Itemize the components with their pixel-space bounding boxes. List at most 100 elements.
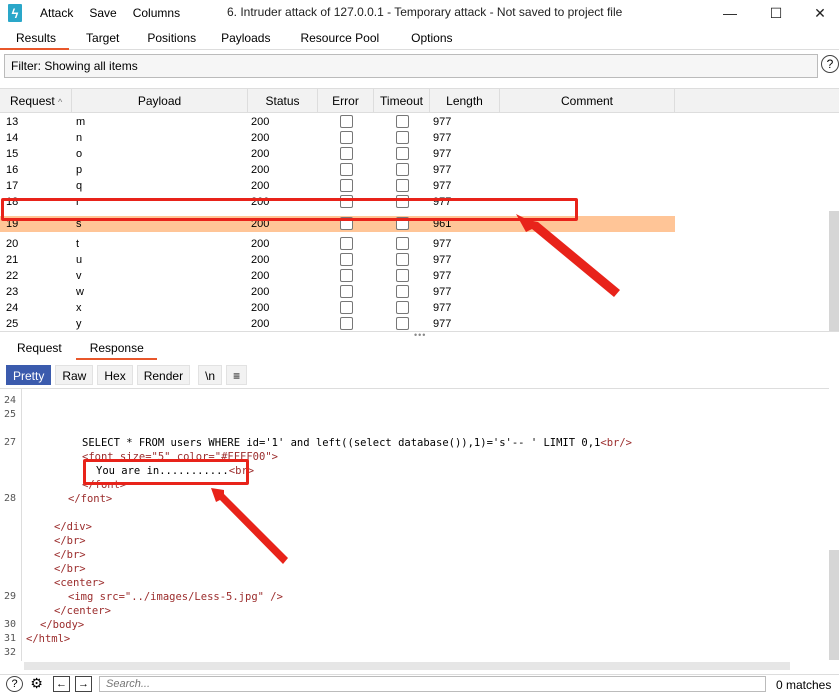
table-row[interactable]: 25 y 200 977 [0,316,675,331]
help-icon[interactable]: ? [6,676,23,692]
error-checkbox[interactable] [340,179,353,192]
timeout-checkbox[interactable] [396,285,409,298]
col-status[interactable]: Status [248,89,318,113]
menu-lines-icon[interactable]: ≡ [226,365,248,385]
cell-payload: p [76,164,83,176]
br-tag: </br> [54,535,86,547]
cell-status: 200 [251,148,270,160]
timeout-checkbox[interactable] [396,163,409,176]
forward-arrow-icon[interactable]: → [75,676,92,692]
line-number: 27 [4,437,17,448]
render-button[interactable]: Render [136,365,191,385]
col-payload[interactable]: Payload [72,89,248,113]
line-number: 29 [4,591,17,602]
col-comment[interactable]: Comment [500,89,675,113]
col-error[interactable]: Error [318,89,374,113]
cell-request: 23 [6,286,19,298]
editor-scrollbar[interactable] [829,550,839,660]
raw-button[interactable]: Raw [55,365,94,385]
timeout-checkbox[interactable] [396,237,409,250]
tab-results[interactable]: Results [0,26,70,50]
error-checkbox[interactable] [340,147,353,160]
settings-icon[interactable]: ⚙ [28,676,45,692]
cell-status: 200 [251,302,270,314]
tab-request[interactable]: Request [0,338,76,360]
search-input[interactable] [99,676,766,692]
error-checkbox[interactable] [340,269,353,282]
cell-request: 20 [6,238,19,250]
table-row[interactable]: 14 n 200 977 [0,130,675,146]
cell-status: 200 [251,164,270,176]
highlight-box-you-are-in [83,459,249,485]
error-checkbox[interactable] [340,163,353,176]
line-number: 24 [4,395,17,406]
title-bar: ϟ Attack Save Columns 6. Intruder attack… [0,0,839,26]
menu-attack[interactable]: Attack [40,6,73,20]
error-checkbox[interactable] [340,317,353,330]
cell-length: 977 [433,254,452,266]
main-tabs: Results Target Positions Payloads Resour… [0,26,839,50]
error-checkbox[interactable] [340,115,353,128]
table-row[interactable]: 13 m 200 977 [0,114,675,130]
table-row[interactable]: 16 p 200 977 [0,162,675,178]
col-length[interactable]: Length [430,89,500,113]
cell-status: 200 [251,318,270,330]
timeout-checkbox[interactable] [396,317,409,330]
cell-payload: w [76,286,84,298]
window-title: 6. Intruder attack of 127.0.0.1 - Tempor… [227,5,623,19]
error-checkbox[interactable] [340,285,353,298]
tab-response[interactable]: Response [75,338,157,360]
tab-resource-pool[interactable]: Resource Pool [282,26,391,50]
timeout-checkbox[interactable] [396,115,409,128]
timeout-checkbox[interactable] [396,253,409,266]
timeout-checkbox[interactable] [396,269,409,282]
back-arrow-icon[interactable]: ← [53,676,70,692]
cell-length: 977 [433,302,452,314]
tab-target[interactable]: Target [69,26,131,50]
tab-positions[interactable]: Positions [131,26,208,50]
code-line: SELECT * FROM users WHERE id='1' and lef… [82,437,632,449]
cell-payload: m [76,116,86,128]
sort-asc-icon: ^ [58,97,63,107]
table-row[interactable]: 21 u 200 977 [0,252,675,268]
maximize-button[interactable]: ☐ [753,0,799,26]
table-row[interactable]: 24 x 200 977 [0,300,675,316]
col-timeout[interactable]: Timeout [374,89,430,113]
help-icon[interactable]: ? [821,55,839,73]
minimize-button[interactable]: — [707,0,753,26]
close-button[interactable]: ✕ [797,0,839,26]
cell-length: 977 [433,164,452,176]
cell-status: 200 [251,270,270,282]
cell-request: 22 [6,270,19,282]
pretty-button[interactable]: Pretty [6,365,52,385]
filter-bar[interactable]: Filter: Showing all items [4,54,818,78]
tab-payloads[interactable]: Payloads [208,26,282,50]
newline-toggle-button[interactable]: \n [198,365,223,385]
timeout-checkbox[interactable] [396,147,409,160]
error-checkbox[interactable] [340,237,353,250]
table-row[interactable]: 15 o 200 977 [0,146,675,162]
tab-options[interactable]: Options [391,26,464,50]
table-scrollbar[interactable] [829,211,839,331]
table-row[interactable]: 22 v 200 977 [0,268,675,284]
error-checkbox[interactable] [340,301,353,314]
line-number: 30 [4,619,17,630]
timeout-checkbox[interactable] [396,301,409,314]
timeout-checkbox[interactable] [396,131,409,144]
col-request[interactable]: Request ^ [0,89,72,113]
table-row[interactable]: 20 t 200 977 [0,236,675,252]
burp-logo-icon: ϟ [8,4,22,22]
response-editor[interactable]: 24 25 27 28 29 30 31 32 SELECT * FROM us… [0,388,829,661]
error-checkbox[interactable] [340,131,353,144]
menu-columns[interactable]: Columns [133,6,180,20]
table-row[interactable]: 23 w 200 977 [0,284,675,300]
menu-save[interactable]: Save [89,6,116,20]
line-number: 32 [4,647,17,658]
table-row[interactable]: 17 q 200 977 [0,178,675,194]
table-header: Request ^ Payload Status Error Timeout L… [0,89,839,113]
timeout-checkbox[interactable] [396,179,409,192]
br-tag: </br> [54,549,86,561]
error-checkbox[interactable] [340,253,353,266]
editor-hscrollbar[interactable] [24,662,790,670]
hex-button[interactable]: Hex [97,365,133,385]
